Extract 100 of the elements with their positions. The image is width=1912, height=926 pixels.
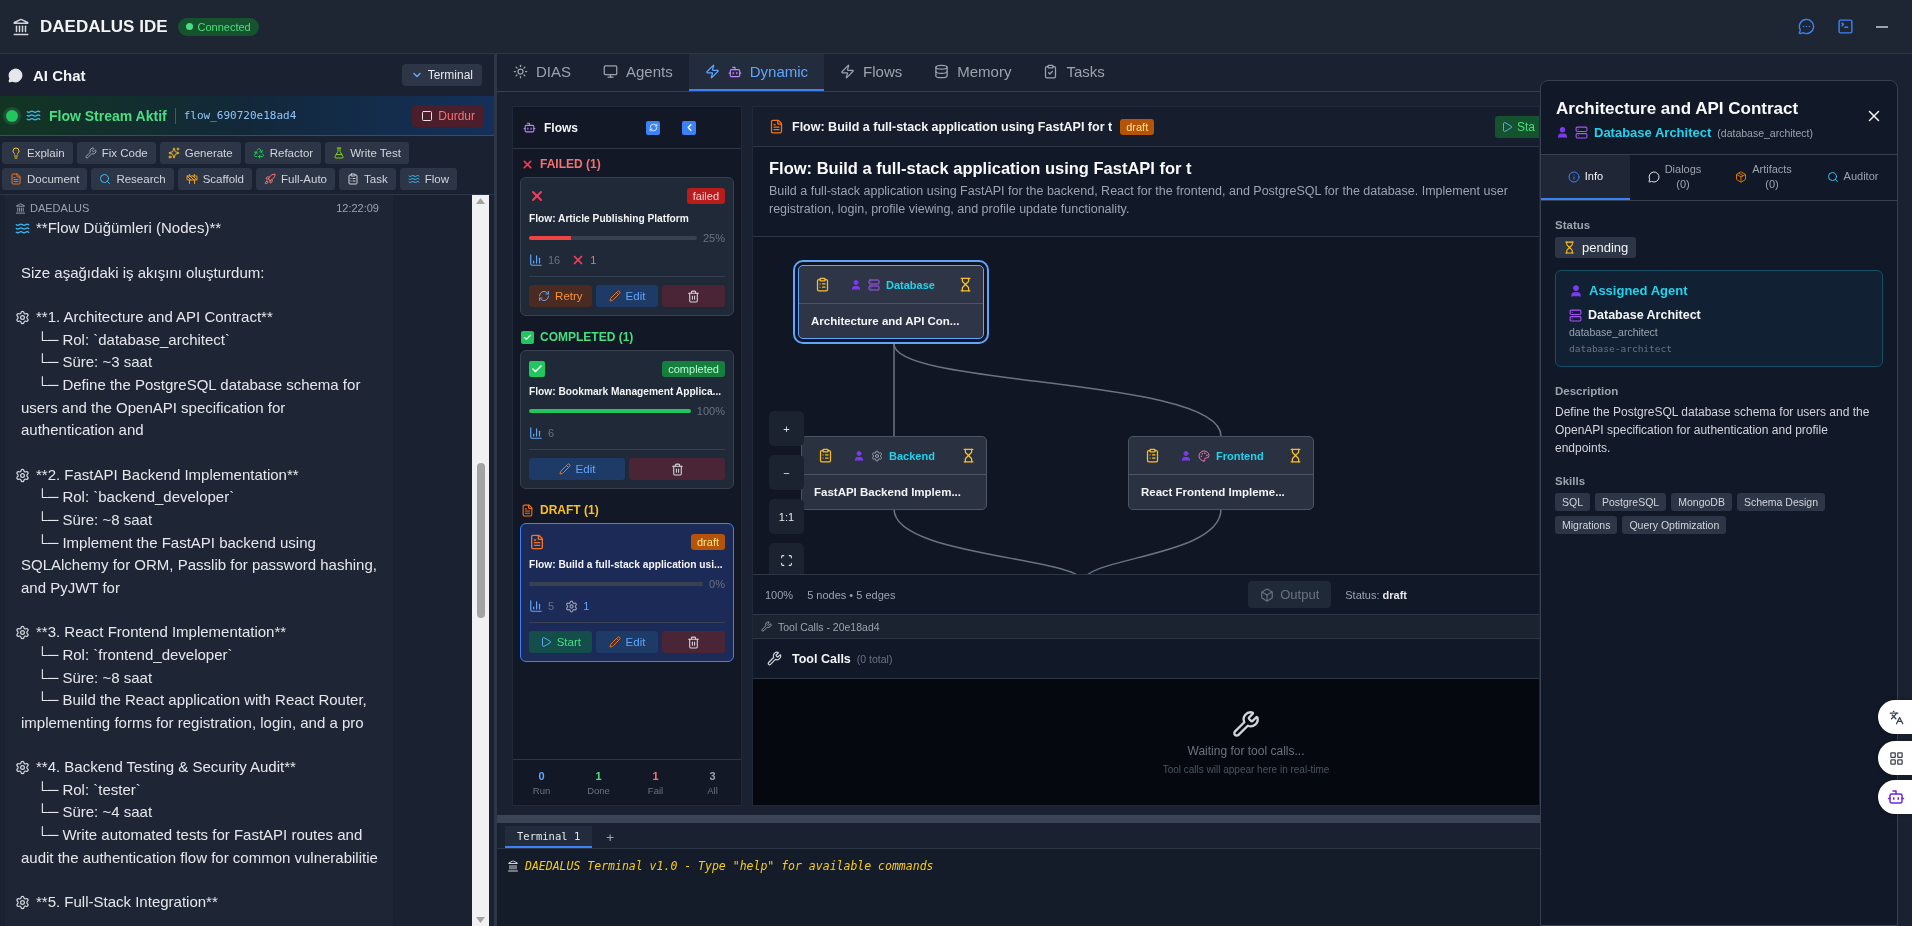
nav-tab[interactable]: Memory — [918, 54, 1028, 91]
edit-button[interactable]: Edit — [595, 631, 659, 653]
retry-button[interactable]: Retry — [529, 285, 592, 307]
quick-action-button[interactable]: Document — [2, 168, 88, 190]
flask-icon — [333, 147, 346, 159]
quick-action-button[interactable]: Task — [339, 168, 396, 190]
terminal-button[interactable] — [1837, 18, 1854, 35]
step-detail: └─ Süre: ~8 saat — [36, 667, 154, 688]
wrench-icon — [84, 147, 97, 159]
status-badge: draft — [691, 534, 725, 550]
flow-card[interactable]: failed Flow: Article Publishing Platform 25% 16 1 Retry Edit — [520, 177, 734, 316]
stop-icon — [421, 109, 434, 122]
nav-tab[interactable]: DIAS — [497, 54, 587, 91]
assistant-button[interactable] — [1878, 780, 1912, 814]
minimize-button[interactable] — [1876, 25, 1888, 28]
agent-name[interactable]: Database Architect — [1594, 125, 1712, 140]
step-detail: └─ Implement the FastAPI backend using SQLAlchemy for ORM, Passlib for password hashing, and PyJWT for — [21, 532, 378, 598]
fit-view-button[interactable] — [769, 543, 804, 574]
connection-badge: Connected — [177, 17, 259, 36]
flow-description: Build a full-stack application using FastAPI for the backend, React for the frontend, and PostgreSQL for the database. Implement user registration, login, profile viewing, and profile update functionality. — [769, 183, 1509, 218]
step-detail: └─ Rol: `database_architect` — [36, 329, 231, 350]
stream-label: Flow Stream Aktif — [49, 107, 176, 124]
scrollbar[interactable] — [472, 195, 489, 926]
message-sender: DAEDALUS — [30, 201, 90, 216]
stop-button[interactable]: Durdur — [412, 104, 484, 127]
stat-value: 3 — [709, 769, 716, 782]
trash-icon — [687, 635, 701, 649]
wave-icon — [26, 108, 41, 123]
message-text: Size aşağıdaki iş akışını oluşturdum: — [21, 262, 266, 283]
panel-tab[interactable]: Info — [1541, 155, 1630, 200]
clipboard-icon — [347, 173, 360, 185]
search-icon — [99, 173, 112, 185]
apps-button[interactable] — [1878, 741, 1912, 775]
flow-node[interactable]: Backend FastAPI Backend Implem... — [801, 436, 987, 510]
user-icon — [1569, 283, 1583, 298]
delete-button[interactable] — [662, 631, 725, 653]
add-terminal-button[interactable]: + — [600, 826, 621, 848]
translate-button[interactable] — [1878, 700, 1912, 734]
flow-card[interactable]: draft Flow: Build a full-stack application usi... 0% 5 1 Start Edit — [520, 523, 734, 662]
speech-bubble-icon — [8, 67, 23, 83]
delete-button[interactable] — [629, 458, 725, 480]
node-description: Define the PostgreSQL database schema for users and the OpenAPI specification for authentication and profile endpoints. — [1555, 404, 1871, 457]
tool-calls-title: Tool Calls — [792, 651, 851, 666]
flow-status: Status: draft — [1345, 588, 1407, 601]
edit-button[interactable]: Edit — [529, 458, 625, 480]
document-icon — [769, 119, 784, 134]
panel-tab[interactable]: Auditor — [1808, 155, 1897, 200]
rocket-icon — [264, 173, 276, 185]
nav-tab[interactable]: Tasks — [1027, 54, 1121, 91]
pencil-icon — [608, 636, 621, 648]
edit-button[interactable]: Edit — [595, 285, 659, 307]
refresh-button[interactable] — [646, 120, 660, 135]
skill-tag: MongoDB — [1671, 493, 1732, 511]
stat-count: 1 — [583, 600, 590, 612]
delete-button[interactable] — [662, 285, 725, 307]
user-icon — [850, 278, 862, 291]
terminal-tab[interactable]: Terminal 1 — [505, 826, 593, 848]
quick-action-button[interactable]: Refactor — [244, 142, 322, 164]
scrollbar-thumb[interactable] — [476, 463, 485, 618]
palette-icon — [1198, 449, 1210, 462]
message-heading: **Flow Düğümleri (Nodes)** — [36, 218, 222, 238]
gear-icon — [15, 625, 30, 641]
start-button[interactable]: Sta — [1495, 115, 1539, 138]
refresh-icon — [538, 290, 551, 302]
collapse-button[interactable] — [682, 120, 696, 135]
cross-icon — [521, 157, 534, 171]
quick-action-button[interactable]: Fix Code — [76, 142, 156, 164]
nav-tab[interactable]: Dynamic — [688, 54, 825, 91]
step-title: **4. Backend Testing & Security Audit** — [36, 757, 296, 778]
wrench-icon — [767, 651, 782, 666]
quick-action-button[interactable]: Write Test — [325, 142, 409, 164]
zoom-control[interactable]: − — [769, 455, 804, 490]
zoom-control[interactable]: 1:1 — [769, 499, 804, 534]
step-title: **3. React Frontend Implementation** — [36, 622, 287, 643]
quick-action-button[interactable]: Scaffold — [177, 168, 252, 190]
speech-bubble-icon — [1647, 170, 1660, 183]
clipboard-icon — [815, 277, 830, 292]
quick-action-button[interactable]: Flow — [399, 168, 457, 190]
quick-action-button[interactable]: Generate — [159, 142, 241, 164]
panel-tab[interactable]: Dialogs (0) — [1630, 155, 1719, 200]
zoom-control[interactable]: + — [769, 411, 804, 446]
quick-action-button[interactable]: Explain — [2, 142, 73, 164]
status-badge: draft — [1120, 118, 1155, 135]
gear-icon — [15, 895, 30, 911]
start-button[interactable]: Start — [529, 631, 592, 653]
quick-action-button[interactable]: Research — [91, 168, 174, 190]
gear-icon — [15, 467, 30, 483]
chat-button[interactable] — [1798, 18, 1815, 35]
terminal-toggle-button[interactable]: Terminal — [401, 64, 482, 86]
hourglass-icon — [1288, 448, 1303, 463]
stat-count: 6 — [548, 427, 555, 439]
server-icon — [1569, 308, 1582, 322]
stat-count: 1 — [590, 254, 597, 266]
flow-card[interactable]: completed Flow: Bookmark Management Applica... 100% 6 Edit — [520, 350, 734, 489]
flow-node[interactable]: Frontend React Frontend Impleme... — [1128, 436, 1314, 510]
recycle-icon — [252, 147, 265, 159]
panel-tab[interactable]: Artifacts (0) — [1719, 155, 1808, 200]
quick-action-button[interactable]: Full-Auto — [256, 168, 336, 190]
nav-tab[interactable]: Flows — [824, 54, 919, 91]
nav-tab[interactable]: Agents — [587, 54, 689, 91]
